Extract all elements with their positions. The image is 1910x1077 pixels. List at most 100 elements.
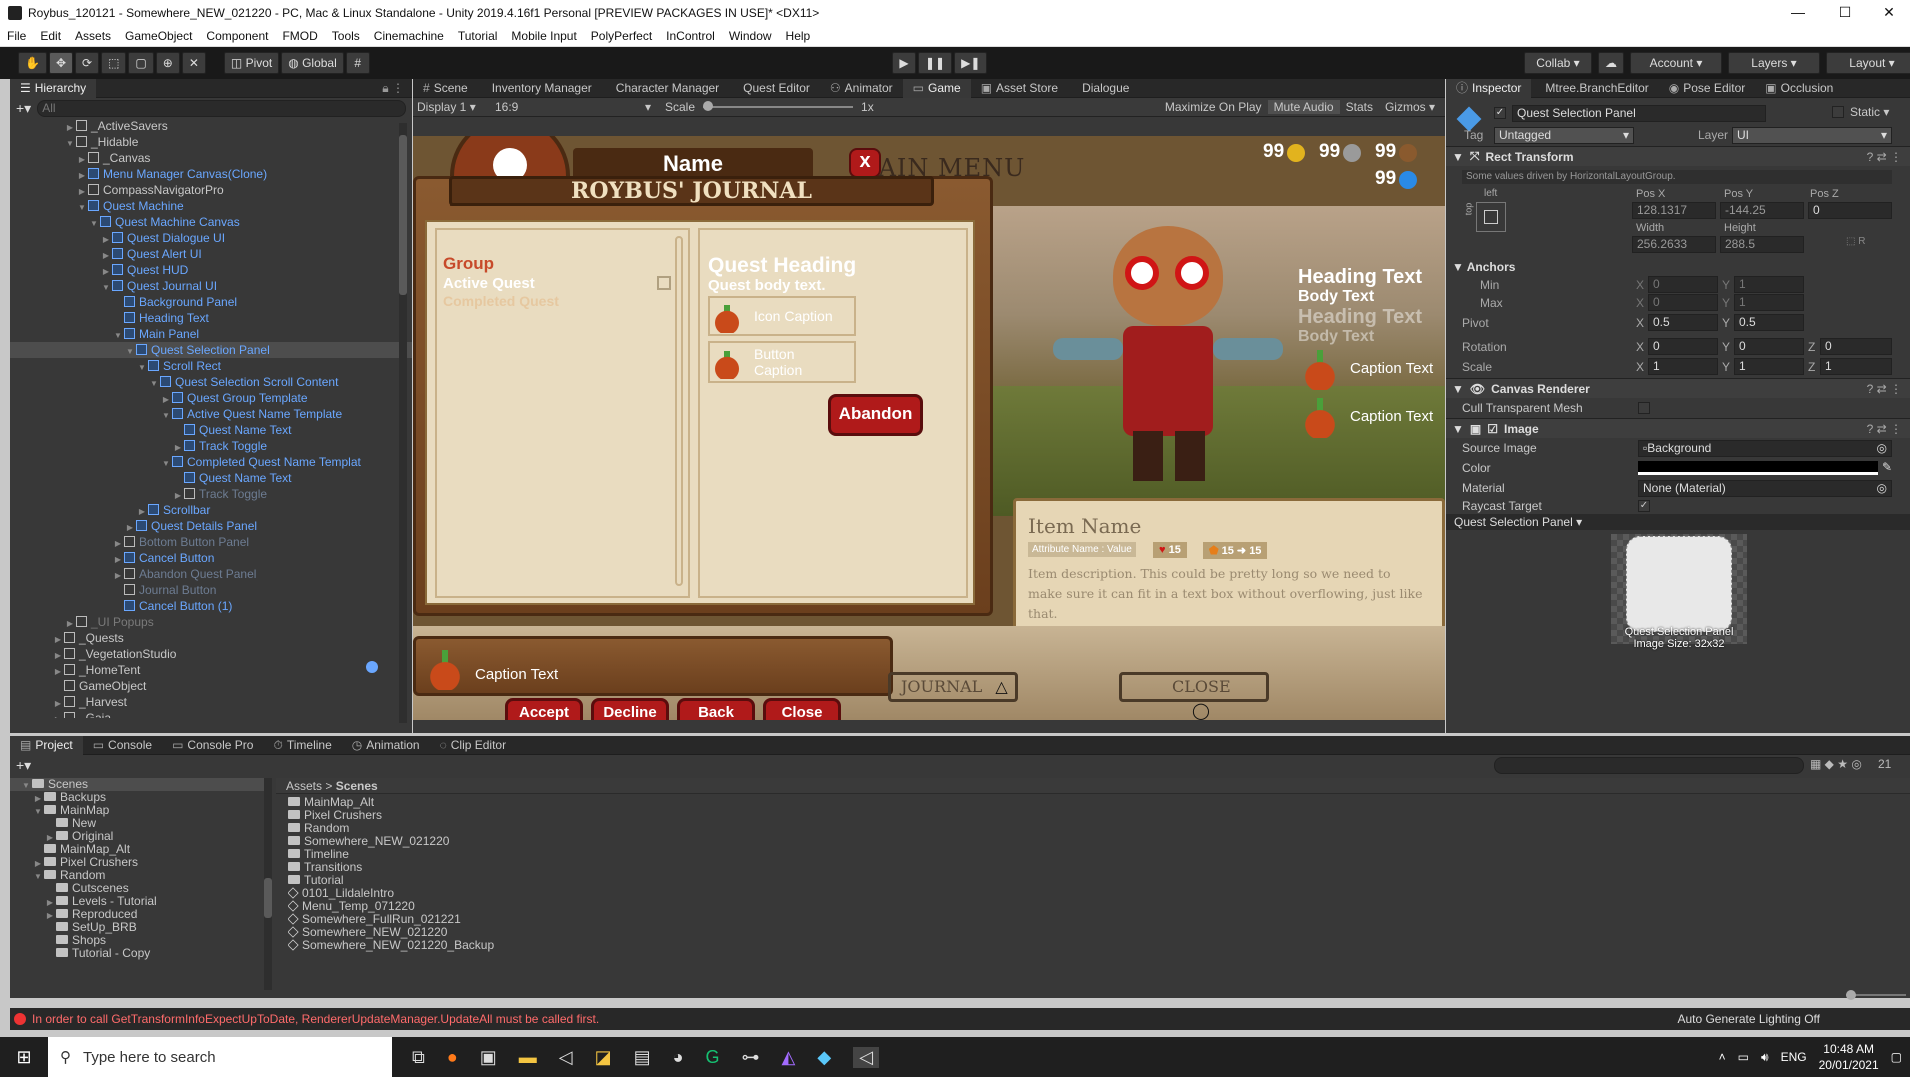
- hierarchy-row[interactable]: ▼ _Hidable: [10, 134, 412, 150]
- task-view-icon[interactable]: ⧉: [412, 1047, 425, 1068]
- rotate-tool-icon[interactable]: ⟳: [75, 52, 100, 74]
- anchor-max-x-field[interactable]: 0: [1648, 294, 1718, 311]
- completed-quest-name[interactable]: Completed Quest: [443, 293, 559, 309]
- source-image-field[interactable]: ▫Background ◎: [1638, 440, 1892, 457]
- global-toggle[interactable]: ◍ Global: [281, 52, 344, 74]
- filter-icons[interactable]: ▦ ◆ ★ ◎: [1810, 757, 1862, 771]
- aspect-dropdown[interactable]: 16:9 ▾: [491, 100, 657, 114]
- button-caption-item[interactable]: Button Caption: [708, 341, 856, 383]
- decline-button[interactable]: Decline: [591, 698, 669, 720]
- hierarchy-row[interactable]: Quest Name Text: [10, 422, 412, 438]
- project-tree-scrollbar[interactable]: [264, 778, 272, 990]
- hierarchy-scroll-thumb[interactable]: [399, 135, 407, 295]
- display-dropdown[interactable]: Display 1 ▾: [413, 100, 491, 114]
- grammarly-icon[interactable]: G: [706, 1047, 720, 1068]
- foldout-arrow-icon[interactable]: ▶: [52, 712, 64, 718]
- tab-dialogue[interactable]: Dialogue: [1068, 79, 1139, 98]
- project-scene-item[interactable]: Somewhere_NEW_021220_Backup: [288, 939, 1888, 952]
- back-button[interactable]: Back: [677, 698, 755, 720]
- journal-button[interactable]: JOURNAL △: [888, 672, 1018, 702]
- cloud-icon[interactable]: ☁: [1598, 52, 1624, 74]
- close-game-button[interactable]: Close: [763, 698, 841, 720]
- grid-snap-icon[interactable]: #: [345, 52, 370, 74]
- create-asset-button[interactable]: +▾: [16, 757, 31, 774]
- component-menu-icon[interactable]: ? ⇄ ⋮: [1867, 382, 1910, 396]
- breadcrumb-scenes[interactable]: Scenes: [336, 779, 378, 793]
- project-folder-item[interactable]: Pixel Crushers: [288, 809, 1888, 822]
- hierarchy-row[interactable]: ▶ _VegetationStudio: [10, 646, 412, 662]
- scale-tool-icon[interactable]: ⬚: [101, 52, 127, 74]
- blueprint-raw-buttons[interactable]: ⬚ R: [1846, 236, 1865, 247]
- quest-group-label[interactable]: Group: [443, 254, 494, 274]
- hierarchy-row[interactable]: ▶ _Canvas: [10, 150, 412, 166]
- hierarchy-row[interactable]: ▼ Quest Machine Canvas: [10, 214, 412, 230]
- project-folder[interactable]: SetUp_BRB: [10, 921, 272, 934]
- lock-icon[interactable]: 🔒︎ ⋮: [382, 81, 404, 96]
- hierarchy-row[interactable]: ▼ Quest Selection Scroll Content: [10, 374, 412, 390]
- scale-slider[interactable]: [703, 101, 854, 111]
- menu-file[interactable]: File: [0, 29, 33, 43]
- eyedropper-icon[interactable]: ✎: [1882, 460, 1892, 474]
- hierarchy-row[interactable]: ▶ Track Toggle: [10, 486, 412, 502]
- hierarchy-row[interactable]: ▶Quest Dialogue UI›: [10, 230, 412, 246]
- hierarchy-scrollbar[interactable]: [399, 123, 407, 723]
- rect-tool-icon[interactable]: ▢: [128, 52, 154, 74]
- posx-field[interactable]: 128.1317: [1632, 202, 1716, 219]
- project-folder[interactable]: MainMap_Alt: [10, 843, 272, 856]
- unity-editor-icon[interactable]: ◁: [853, 1046, 880, 1068]
- mute-audio-toggle[interactable]: Mute Audio: [1267, 100, 1340, 114]
- rotation-y-field[interactable]: 0: [1734, 338, 1804, 355]
- tab-pose-editor[interactable]: ◉ Pose Editor: [1659, 79, 1756, 98]
- scale-slider-thumb[interactable]: [703, 101, 714, 111]
- project-folder-item[interactable]: Tutorial: [288, 874, 1888, 887]
- tab-project[interactable]: ▤ Project: [10, 735, 83, 755]
- menu-incontrol[interactable]: InControl: [659, 29, 722, 43]
- tab-animator[interactable]: ⚇ Animator: [820, 79, 903, 98]
- hierarchy-row[interactable]: ▶ _Quests: [10, 630, 412, 646]
- layers-dropdown[interactable]: Layers ▾: [1728, 52, 1820, 74]
- abandon-button[interactable]: Abandon: [828, 394, 923, 436]
- scale-x-field[interactable]: 1: [1648, 358, 1718, 375]
- transform-tool-icon[interactable]: ⊕: [155, 52, 180, 74]
- menu-tools[interactable]: Tools: [325, 29, 367, 43]
- tab-animation[interactable]: ◷ Animation: [342, 736, 430, 755]
- pause-button[interactable]: ❚❚: [918, 52, 953, 74]
- menu-mobile-input[interactable]: Mobile Input: [504, 29, 583, 43]
- target-icon[interactable]: ◎: [1877, 481, 1887, 496]
- project-scene-item[interactable]: Menu_Temp_071220: [288, 900, 1888, 913]
- store-icon[interactable]: ▣: [480, 1047, 497, 1068]
- cull-checkbox[interactable]: [1638, 402, 1650, 414]
- hierarchy-row[interactable]: ▶CompassNavigatorPro›: [10, 182, 412, 198]
- accept-button[interactable]: Accept: [505, 698, 583, 720]
- gizmos-dropdown[interactable]: Gizmos ▾: [1379, 100, 1441, 114]
- menu-edit[interactable]: Edit: [33, 29, 68, 43]
- hierarchy-row[interactable]: ▶ Scrollbar: [10, 502, 412, 518]
- breadcrumb-assets[interactable]: Assets: [286, 779, 322, 793]
- menu-fmod[interactable]: FMOD: [275, 29, 324, 43]
- anchor-max-y-field[interactable]: 1: [1734, 294, 1804, 311]
- app-icon[interactable]: ▤: [634, 1047, 651, 1068]
- close-menu-button[interactable]: CLOSE ◯: [1119, 672, 1269, 720]
- posy-field[interactable]: -144.25: [1720, 202, 1804, 219]
- language-indicator[interactable]: ENG: [1781, 1050, 1807, 1064]
- hierarchy-row[interactable]: ▼ Quest Selection Panel: [10, 342, 412, 358]
- network-icon[interactable]: ▭: [1738, 1050, 1749, 1064]
- hierarchy-row[interactable]: ▼Quest Machine›: [10, 198, 412, 214]
- firefox-icon[interactable]: ●: [447, 1047, 458, 1068]
- tab-hierarchy[interactable]: ☰ Hierarchy: [10, 78, 97, 98]
- scale-y-field[interactable]: 1: [1734, 358, 1804, 375]
- project-folder[interactable]: ▶ Levels - Tutorial: [10, 895, 272, 908]
- step-button[interactable]: ▶❚: [954, 52, 988, 74]
- file-explorer-icon[interactable]: ▬: [519, 1047, 537, 1068]
- hierarchy-row[interactable]: ▶ _Harvest: [10, 694, 412, 710]
- close-window-button[interactable]: ✕: [1866, 0, 1910, 25]
- icon-size-slider[interactable]: [1846, 990, 1906, 1000]
- tab-character-manager[interactable]: Character Manager: [602, 79, 729, 98]
- speaker-icon[interactable]: 🔊︎: [1761, 1050, 1769, 1065]
- canvas-renderer-header[interactable]: ▼ 👁︎ Canvas Renderer ? ⇄ ⋮: [1446, 378, 1910, 398]
- menu-tutorial[interactable]: Tutorial: [451, 29, 505, 43]
- project-folder[interactable]: ▼ Scenes: [10, 778, 272, 791]
- hierarchy-row[interactable]: Background Panel: [10, 294, 412, 310]
- tab-game[interactable]: ▭ Game: [902, 78, 971, 98]
- image-header[interactable]: ▼ ▣ ☑ Image ? ⇄ ⋮: [1446, 418, 1910, 438]
